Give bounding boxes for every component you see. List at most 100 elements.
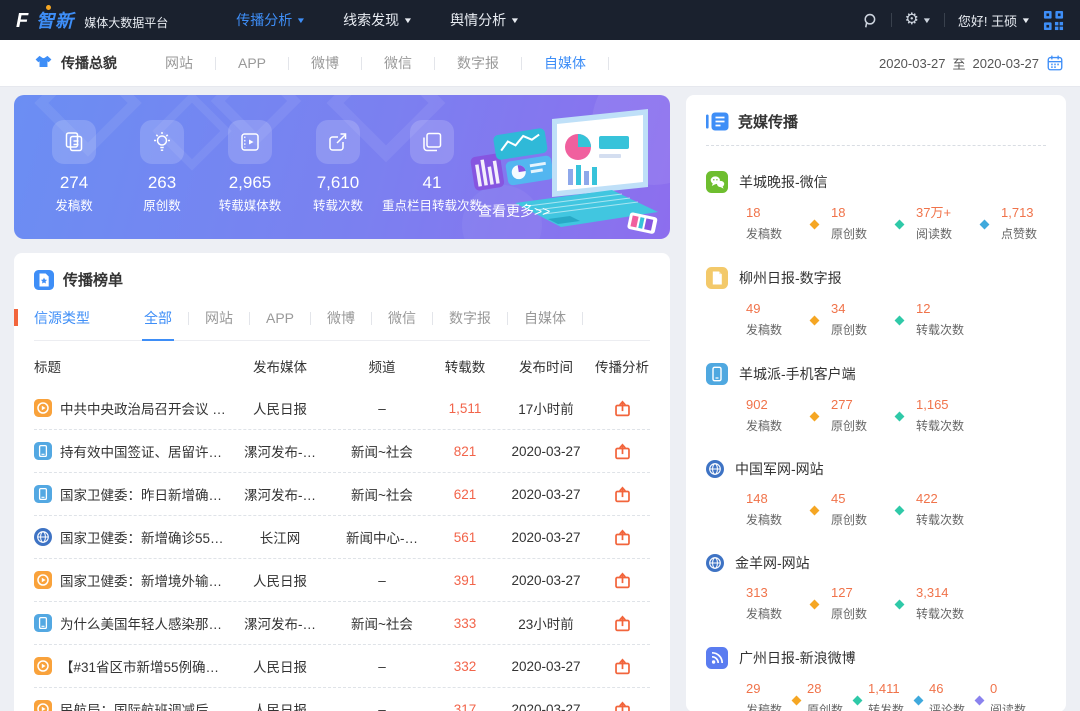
tab-accent-bar [14, 309, 18, 326]
stat-value: 422 [916, 492, 968, 505]
media-video-icon [34, 399, 52, 417]
source-type-label[interactable]: 信源类型 [34, 308, 90, 328]
stat-label: 发稿数 [746, 417, 798, 434]
repost-count: 332 [432, 659, 498, 674]
nav-item-0[interactable]: 传播分析▼ [236, 10, 305, 30]
banner-stat-label: 原创数 [118, 198, 206, 215]
ranking-tab-2[interactable]: APP [250, 310, 310, 326]
stat-value: 1,713 [1001, 206, 1053, 219]
stat-value: 34 [831, 302, 883, 315]
video-book-icon [228, 120, 272, 164]
repost-count: 561 [432, 530, 498, 545]
platform-name: 媒体大数据平台 [84, 14, 168, 31]
stat-value: 148 [746, 492, 798, 505]
navbar-right: ⚙▼ 您好! 王硕▼ [861, 10, 1064, 31]
table-body: 中共中央政治局召开会议 研究部署人民日报–1,51117小时前持有效中国签证、居… [34, 387, 650, 711]
competitor-stat: 18原创数 [831, 206, 883, 242]
analysis-icon[interactable] [613, 442, 632, 461]
analysis-icon[interactable] [613, 399, 632, 418]
search-icon[interactable] [861, 12, 878, 29]
banner-stat-value: 7,610 [294, 174, 382, 191]
stat-label: 发稿数 [746, 225, 798, 242]
article-title[interactable]: 国家卫健委：新增境外输入54例 … [60, 570, 228, 590]
subnav-item-0[interactable]: 网站 [143, 53, 215, 73]
digital-paper-icon [706, 267, 728, 289]
article-title[interactable]: 国家卫健委：昨日新增确诊55例… [60, 484, 228, 504]
stat-label: 转发数 [868, 701, 908, 711]
article-title[interactable]: 中共中央政治局召开会议 研究部署 [60, 398, 228, 418]
competitor-stat: 34原创数 [831, 302, 883, 338]
diamond-separator [895, 505, 905, 515]
nav-item-1[interactable]: 线索发现▼ [343, 10, 412, 30]
view-more-link[interactable]: 查看更多>> [478, 201, 550, 221]
analysis-icon[interactable] [613, 571, 632, 590]
stat-label: 评论数 [929, 701, 969, 711]
article-title[interactable]: 民航局：国际航班调减后，每天… [60, 699, 228, 711]
competitor-stat: 28原创数 [807, 682, 847, 711]
tab-overview[interactable]: 传播总貌 [34, 53, 117, 73]
competitor-stat: 0阅读数 [990, 682, 1030, 711]
table-row: 民航局：国际航班调减后，每天…人民日报–3172020-03-27 [34, 688, 650, 711]
column-header-2: 频道 [332, 356, 432, 376]
stat-value: 902 [746, 398, 798, 411]
publish-media: 漯河发布-… [228, 441, 332, 461]
publish-media: 漯河发布-… [228, 613, 332, 633]
article-title[interactable]: 国家卫健委：新增确诊55例，其… [60, 527, 228, 547]
stat-label: 原创数 [831, 417, 883, 434]
secondary-nav: 传播总貌 网站APP微博微信数字报自媒体 2020-03-27 至 2020-0… [0, 40, 1080, 87]
stat-label: 转载次数 [916, 417, 968, 434]
ranking-card: 传播榜单 信源类型 全部网站APP微博微信数字报自媒体 标题发布媒体频道转载数发… [14, 253, 670, 711]
article-title[interactable]: 【#31省区市新增55例确诊病例 [60, 656, 228, 676]
competitor-name: 广州日报-新浪微博 [739, 648, 856, 668]
diamond-separator [895, 599, 905, 609]
ranking-tab-6[interactable]: 自媒体 [508, 308, 582, 328]
date-range-picker[interactable]: 2020-03-27 至 2020-03-27 [879, 54, 1064, 73]
stat-label: 发稿数 [746, 511, 798, 528]
subnav-item-2[interactable]: 微博 [289, 53, 361, 73]
diamond-separator [895, 219, 905, 229]
ranking-tab-0[interactable]: 全部 [128, 308, 188, 328]
banner-stats: 274发稿数263原创数2,965转载媒体数7,610转载次数41重点栏目转载次… [30, 120, 482, 215]
article-title[interactable]: 为什么美国年轻人感染那么多? … [60, 613, 228, 633]
analysis-icon[interactable] [613, 657, 632, 676]
subnav-item-4[interactable]: 数字报 [435, 53, 521, 73]
column-header-4: 发布时间 [498, 356, 594, 376]
stat-label: 发稿数 [746, 701, 786, 711]
analysis-icon[interactable] [613, 528, 632, 547]
divider [608, 57, 609, 70]
competitor-stat: 127原创数 [831, 586, 883, 622]
stat-value: 0 [990, 682, 1030, 695]
ranking-tab-1[interactable]: 网站 [189, 308, 249, 328]
diamond-separator [895, 411, 905, 421]
article-title[interactable]: 持有效中国签证、居留许可的外… [60, 441, 228, 461]
channel: – [332, 573, 432, 588]
column-header-5: 传播分析 [594, 356, 650, 376]
analysis-icon[interactable] [613, 614, 632, 633]
banner-stat-1: 263原创数 [118, 120, 206, 215]
table-row: 为什么美国年轻人感染那么多? …漯河发布-…新闻~社会33323小时前 [34, 602, 650, 645]
nav-item-2[interactable]: 舆情分析▼ [450, 10, 519, 30]
ranking-tab-4[interactable]: 微信 [372, 308, 432, 328]
user-menu[interactable]: 您好! 王硕▼ [958, 11, 1030, 30]
competitor-stat: 1,411 转发数 [868, 682, 908, 711]
subnav-item-5[interactable]: 自媒体 [522, 53, 608, 73]
publish-time: 23小时前 [498, 613, 594, 633]
subnav-item-3[interactable]: 微信 [362, 53, 434, 73]
settings-gear-icon[interactable]: ⚙▼ [905, 12, 931, 28]
brand-logo[interactable]: F 智新 媒体大数据平台 [16, 7, 168, 33]
stat-label: 阅读数 [916, 225, 968, 242]
channel: 新闻中心-… [332, 527, 432, 547]
stat-value: 1,411 [868, 682, 908, 695]
overview-icon [34, 55, 53, 71]
banner-stat-label: 转载次数 [294, 198, 382, 215]
stat-value: 18 [746, 206, 798, 219]
analysis-icon[interactable] [613, 700, 632, 711]
qr-code-icon[interactable] [1043, 10, 1064, 31]
diamond-separator [853, 695, 863, 705]
analysis-icon[interactable] [613, 485, 632, 504]
wechat-icon [706, 171, 728, 193]
ranking-tab-5[interactable]: 数字报 [433, 308, 507, 328]
competitor-name: 柳州日报-数字报 [739, 268, 842, 288]
ranking-tab-3[interactable]: 微博 [311, 308, 371, 328]
subnav-item-1[interactable]: APP [216, 55, 288, 71]
